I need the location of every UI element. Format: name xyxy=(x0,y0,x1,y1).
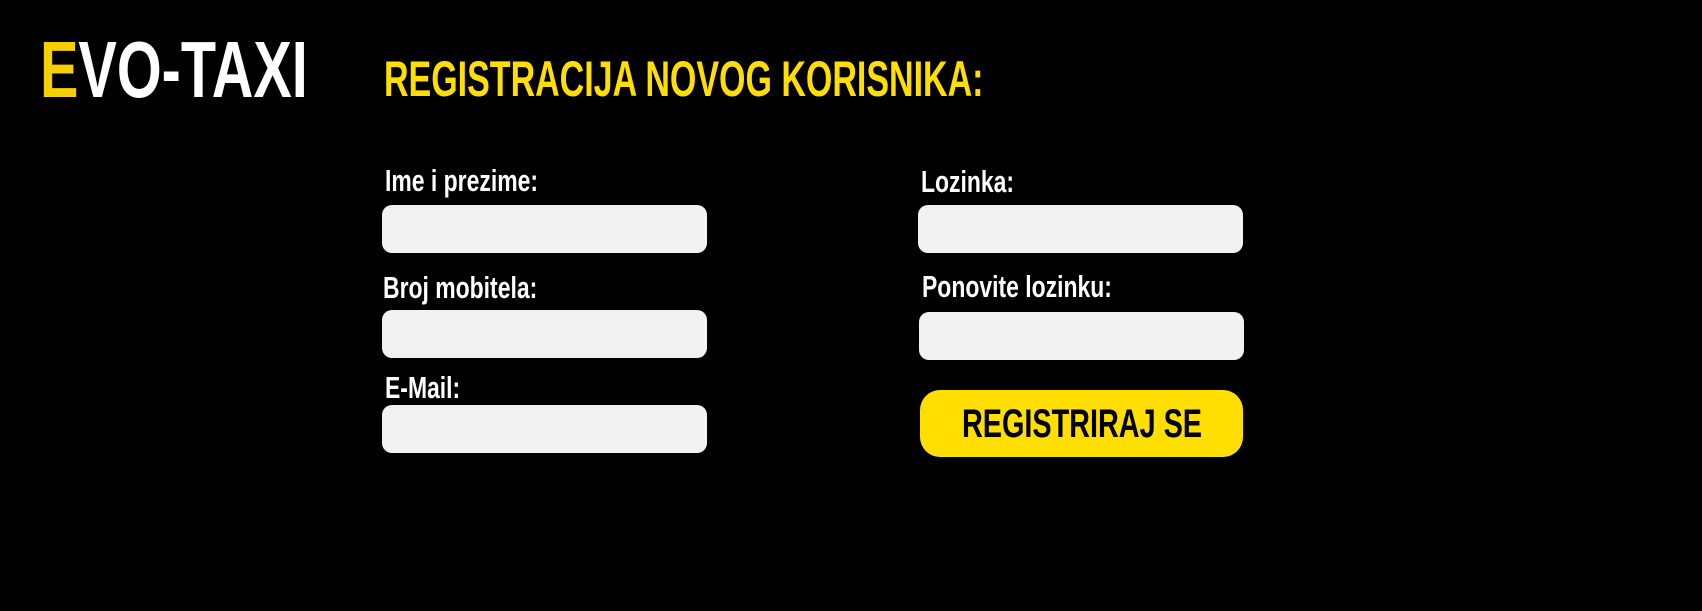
email-input[interactable] xyxy=(382,405,707,453)
full-name-label: Ime i prezime: xyxy=(385,163,538,198)
logo-text: VO-TAXI xyxy=(78,25,308,114)
password-repeat-label: Ponovite lozinku: xyxy=(922,269,1112,304)
register-button-label: REGISTRIRAJ SE xyxy=(961,401,1202,446)
password-input[interactable] xyxy=(918,205,1243,253)
password-label: Lozinka: xyxy=(921,164,1015,199)
page-title: REGISTRACIJA NOVOG KORISNIKA: xyxy=(384,51,984,107)
password-repeat-input[interactable] xyxy=(919,312,1244,360)
register-button[interactable]: REGISTRIRAJ SE xyxy=(920,390,1243,457)
logo-first-letter: E xyxy=(40,25,79,114)
full-name-input[interactable] xyxy=(382,205,707,253)
mobile-label: Broj mobitela: xyxy=(383,270,538,305)
logo: EVO-TAXI xyxy=(40,30,308,110)
mobile-input[interactable] xyxy=(382,310,707,358)
email-label: E-Mail: xyxy=(385,370,461,405)
